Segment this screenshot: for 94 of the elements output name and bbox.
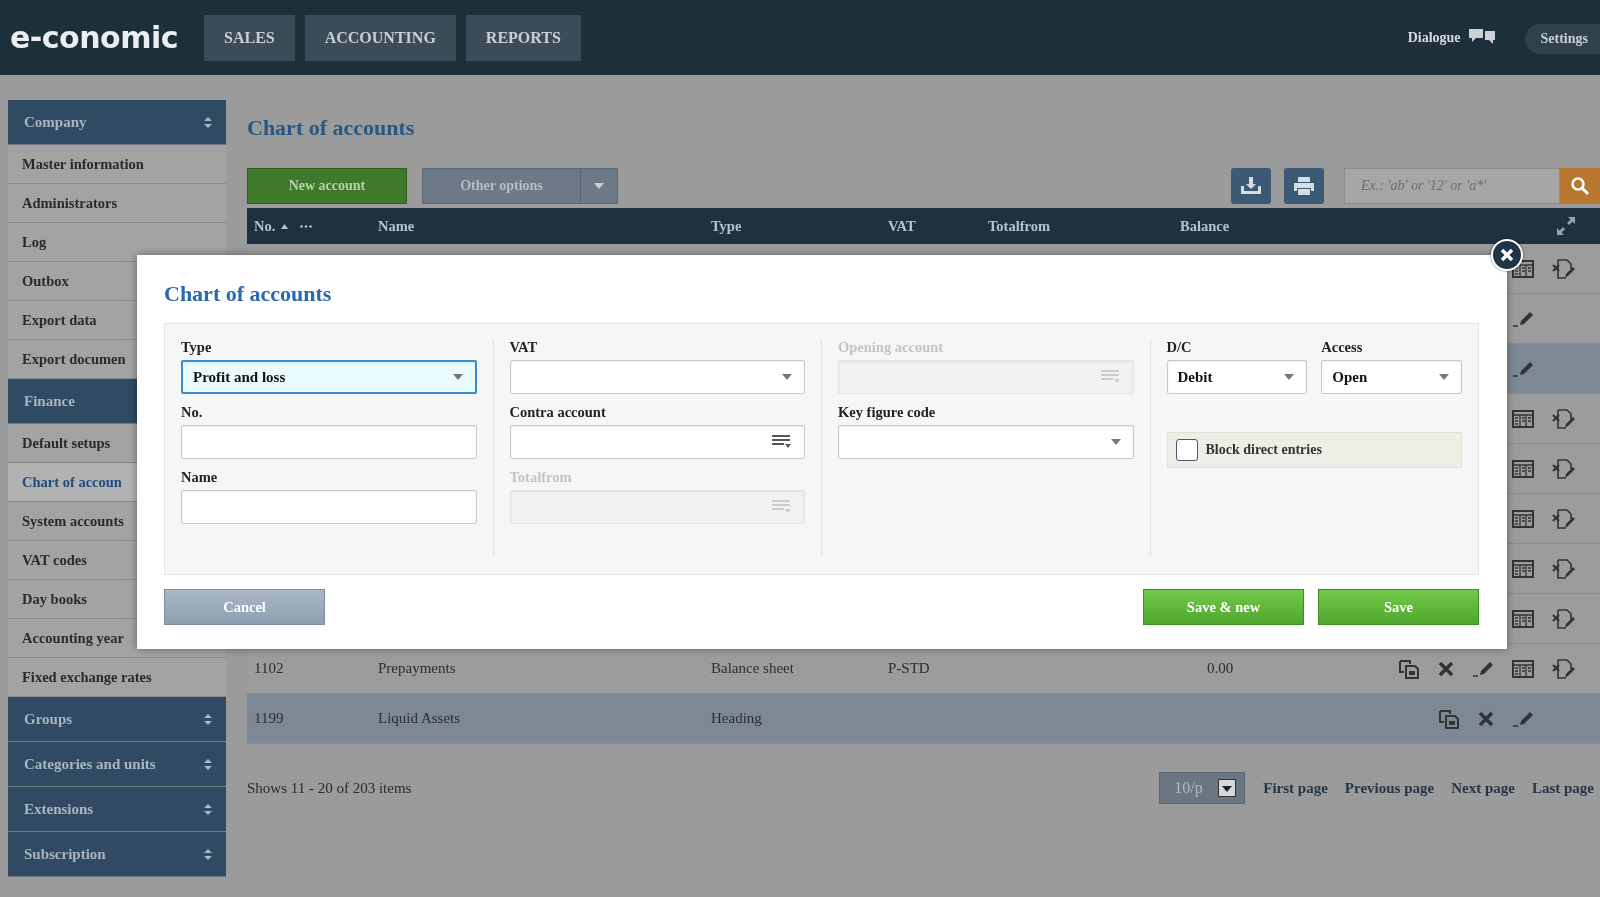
- edit-document-icon[interactable]: [1552, 507, 1576, 530]
- checkbox[interactable]: [1175, 439, 1198, 461]
- delete-icon[interactable]: [1478, 710, 1494, 727]
- expand-collapse-icon: [204, 848, 212, 860]
- dialogue-link[interactable]: Dialogue: [1407, 30, 1461, 46]
- column-menu-icon[interactable]: [300, 224, 313, 228]
- dropdown-icon: [1218, 779, 1237, 797]
- print-button[interactable]: [1284, 168, 1324, 204]
- pagination-link[interactable]: Last page: [1531, 779, 1594, 797]
- list-icon: [772, 500, 792, 514]
- nav-tab[interactable]: ACCOUNTING: [304, 14, 456, 61]
- copy-icon[interactable]: [1398, 658, 1420, 679]
- field-label: D/C: [1166, 339, 1193, 356]
- delete-icon[interactable]: [1438, 660, 1454, 677]
- sidebar-group[interactable]: Categories and units: [8, 742, 226, 787]
- table-cell: Balance sheet: [711, 660, 794, 677]
- expand-icon[interactable]: [1556, 216, 1576, 236]
- settings-button[interactable]: Settings: [1524, 24, 1600, 54]
- column-header[interactable]: No.: [254, 217, 276, 235]
- dropdown-icon: [1439, 374, 1449, 380]
- sidebar-item[interactable]: Administrators: [8, 184, 226, 223]
- dropdown-icon: [452, 374, 463, 380]
- field-label: Contra account: [509, 404, 607, 421]
- nav-tab[interactable]: SALES: [204, 14, 295, 61]
- table-cell: P-STD: [888, 660, 930, 677]
- column-header[interactable]: Totalfrom: [988, 217, 1051, 235]
- column-header[interactable]: Type: [711, 217, 742, 235]
- list-icon: [1100, 370, 1121, 384]
- sidebar-item[interactable]: Log: [8, 223, 226, 262]
- field-label: Access: [1321, 339, 1364, 356]
- column-header[interactable]: VAT: [888, 217, 916, 235]
- search-button[interactable]: [1560, 168, 1600, 204]
- table-cell: Prepayments: [378, 660, 456, 677]
- pagination-link[interactable]: Next page: [1451, 779, 1515, 797]
- select-field[interactable]: Open: [1321, 360, 1462, 394]
- pencil-icon[interactable]: [1512, 310, 1534, 327]
- edit-document-icon[interactable]: [1552, 607, 1576, 630]
- select-field[interactable]: Profit and loss: [181, 360, 477, 394]
- edit-document-icon[interactable]: [1552, 457, 1576, 480]
- sidebar-item[interactable]: Master information: [8, 145, 226, 184]
- dropdown-icon: [782, 374, 792, 380]
- table-cell: 1199: [254, 710, 284, 727]
- table-cell: Heading: [711, 710, 762, 727]
- table-cell: Liquid Assets: [378, 710, 461, 727]
- sidebar-group[interactable]: Groups: [8, 697, 226, 742]
- sidebar-group[interactable]: Company: [8, 100, 226, 145]
- pencil-icon[interactable]: [1512, 360, 1534, 377]
- copy-icon[interactable]: [1438, 708, 1460, 729]
- pagination-link[interactable]: Previous page: [1344, 779, 1435, 797]
- page-title: Chart of accounts: [247, 115, 416, 141]
- search-icon: [1570, 176, 1590, 196]
- select-field[interactable]: [838, 425, 1134, 459]
- checkbox-label: Block direct entries: [1205, 442, 1322, 458]
- field-label: Name: [181, 469, 219, 486]
- column-header[interactable]: Name: [378, 217, 415, 235]
- expand-collapse-icon: [204, 116, 212, 128]
- table-row[interactable]: 1199 Liquid Assets Heading: [247, 694, 1600, 744]
- expand-collapse-icon: [204, 758, 212, 770]
- sidebar-item[interactable]: Fixed exchange rates: [8, 658, 226, 697]
- table-cell: 1102: [254, 660, 284, 677]
- download-button[interactable]: [1231, 168, 1271, 204]
- field-label: Type: [181, 339, 213, 356]
- expand-collapse-icon: [204, 803, 212, 815]
- table-cell: 0.00: [1207, 660, 1234, 677]
- select-field[interactable]: Debit: [1166, 360, 1308, 394]
- pencil-icon[interactable]: [1472, 660, 1494, 677]
- items-summary: Shows 11 - 20 of 203 items: [247, 779, 412, 797]
- sidebar-group[interactable]: Subscription: [8, 832, 226, 877]
- caret-icon: [594, 183, 604, 189]
- edit-document-icon[interactable]: [1552, 657, 1576, 680]
- pencil-icon[interactable]: [1512, 710, 1534, 727]
- edit-document-icon[interactable]: [1552, 557, 1576, 580]
- field-label: VAT: [509, 339, 539, 356]
- field-label: Key figure code: [838, 404, 937, 421]
- input-field[interactable]: [181, 490, 477, 524]
- edit-document-icon[interactable]: [1552, 257, 1576, 280]
- list-icon: [772, 435, 792, 449]
- input-field[interactable]: [181, 425, 477, 459]
- edit-document-icon[interactable]: [1552, 407, 1576, 430]
- sidebar-group[interactable]: Extensions: [8, 787, 226, 832]
- search-field[interactable]: Ex.: 'ab' or '12' or 'a*': [1344, 168, 1560, 204]
- new-account-button[interactable]: New account: [247, 168, 407, 204]
- pagination-link[interactable]: First page: [1263, 779, 1328, 797]
- select-field[interactable]: [509, 360, 805, 394]
- close-icon: [1500, 248, 1514, 262]
- lookup-field[interactable]: [509, 425, 805, 459]
- printer-icon: [1293, 176, 1315, 196]
- download-icon: [1240, 176, 1262, 196]
- expand-collapse-icon: [204, 713, 212, 725]
- dropdown-icon: [1284, 374, 1295, 380]
- column-header[interactable]: Balance: [1180, 217, 1230, 235]
- nav-tab[interactable]: REPORTS: [465, 14, 581, 61]
- logo[interactable]: e-conomic: [10, 20, 178, 55]
- field-label: No.: [181, 404, 204, 421]
